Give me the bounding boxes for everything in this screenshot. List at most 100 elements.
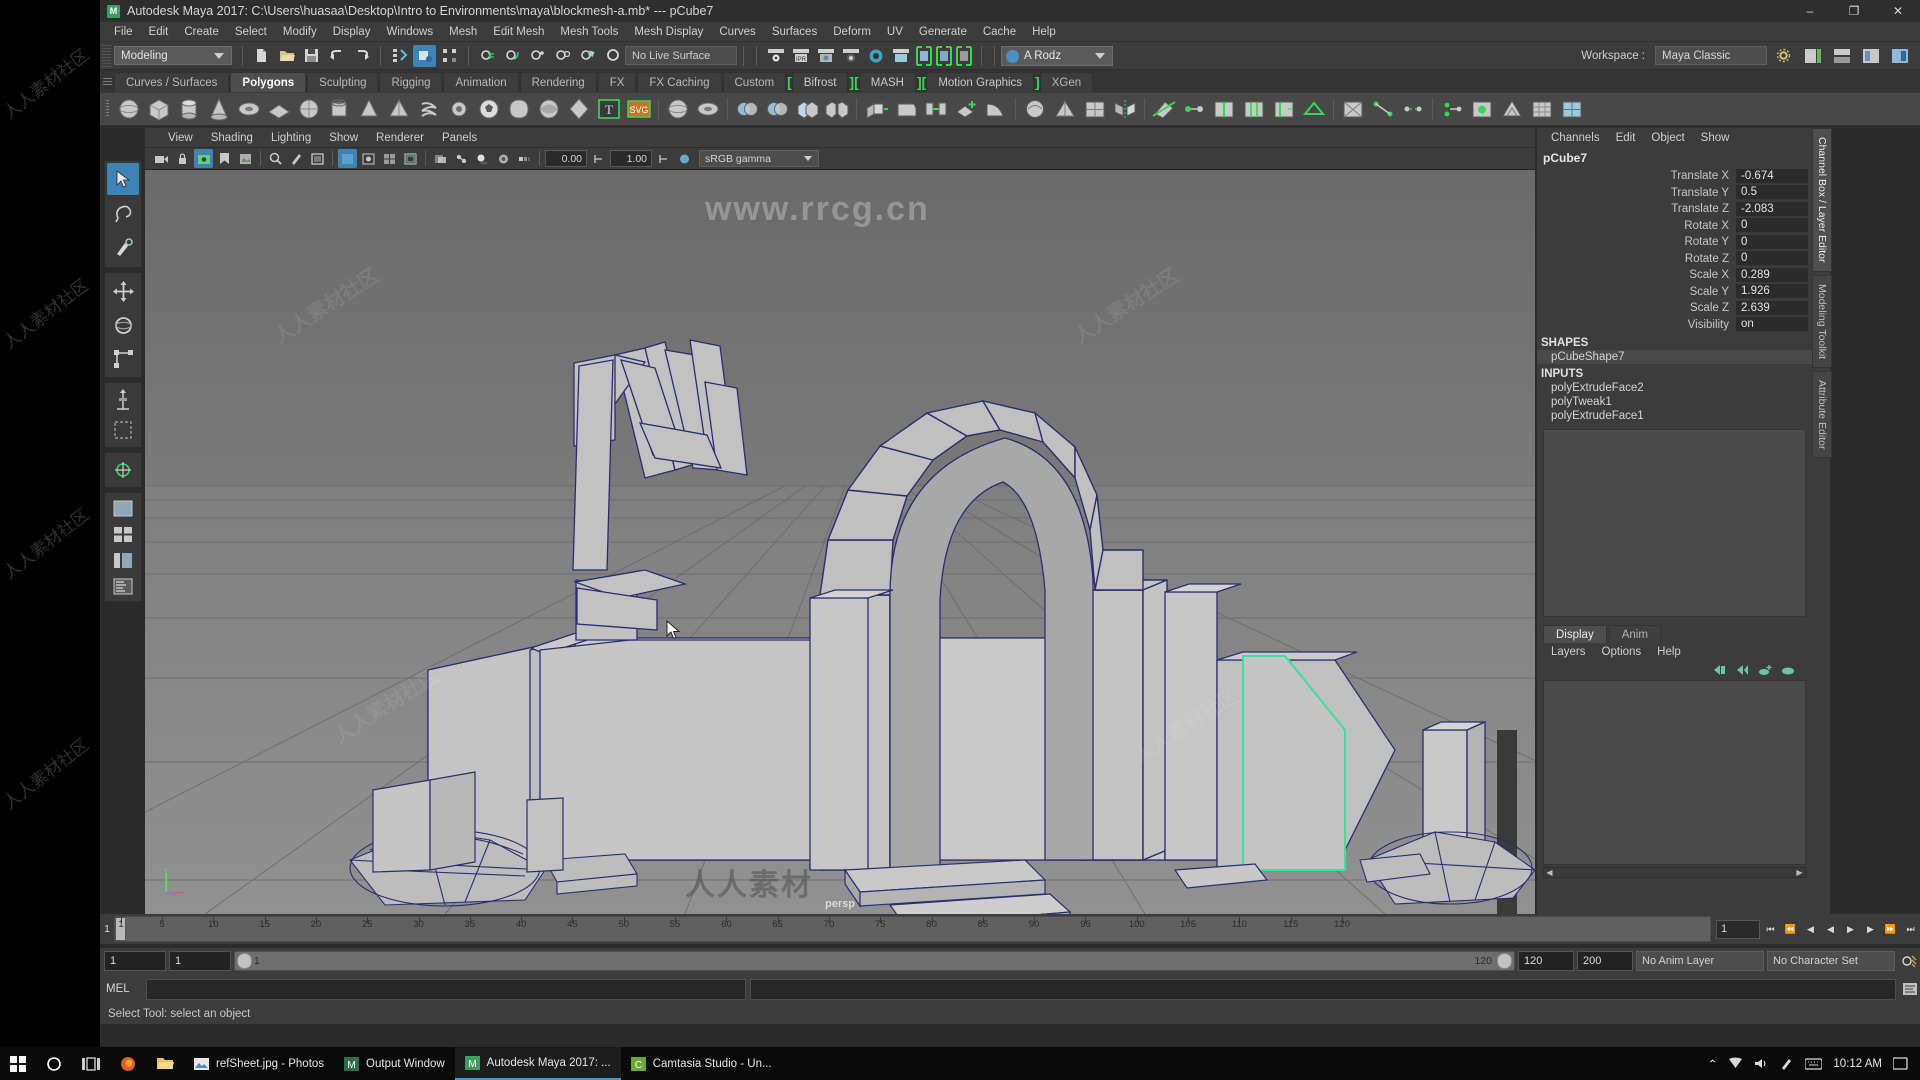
connect-components-icon[interactable] <box>1369 95 1397 123</box>
four-view-layout-icon[interactable] <box>107 521 139 547</box>
exposure-slider-icon[interactable] <box>589 149 608 168</box>
target-weld-icon[interactable] <box>1180 95 1208 123</box>
user-account-selector[interactable]: A Rodz <box>1001 45 1113 66</box>
playback-end-field[interactable]: 200 <box>1577 951 1633 971</box>
command-line-input[interactable] <box>146 978 746 1000</box>
input-item[interactable]: polyTweak1 <box>1537 395 1812 409</box>
shelf-tab-rigging[interactable]: Rigging <box>379 72 443 92</box>
snap-to-curve-icon[interactable] <box>501 45 524 67</box>
poly-pyramid-icon[interactable] <box>385 95 413 123</box>
boolean-union-icon[interactable] <box>733 95 761 123</box>
menu-modify[interactable]: Modify <box>275 22 325 42</box>
go-to-start-icon[interactable]: ⏮ <box>1761 920 1780 939</box>
color-management-icon[interactable] <box>675 149 694 168</box>
layer-menu-layers[interactable]: Layers <box>1543 646 1594 658</box>
select-by-component-icon[interactable] <box>438 45 461 67</box>
channel-value[interactable]: 0 <box>1736 218 1808 234</box>
menu-edit[interactable]: Edit <box>141 22 177 42</box>
channel-value[interactable]: -0.674 <box>1736 168 1808 184</box>
reduce-icon[interactable] <box>1498 95 1526 123</box>
sculpt-sphere-icon[interactable] <box>664 95 692 123</box>
channel-label[interactable]: Translate Y <box>1537 187 1736 199</box>
channel-label[interactable]: Scale Y <box>1537 286 1736 298</box>
persp-outliner-layout-icon[interactable] <box>107 547 139 573</box>
sidebar-toggle-2-icon[interactable] <box>1830 45 1853 67</box>
character-set-selector[interactable]: No Character Set <box>1767 951 1895 971</box>
save-scene-icon[interactable] <box>300 45 323 67</box>
poly-plane-icon[interactable] <box>265 95 293 123</box>
scale-tool-icon[interactable] <box>107 343 139 375</box>
toolbar-grip[interactable] <box>102 44 111 67</box>
channel-value[interactable]: 0 <box>1736 251 1808 267</box>
channel-value[interactable]: 0.289 <box>1736 267 1808 283</box>
boolean-difference-icon[interactable] <box>763 95 791 123</box>
menu-deform[interactable]: Deform <box>825 22 879 42</box>
channel-label[interactable]: Scale Z <box>1537 302 1736 314</box>
menu-cache[interactable]: Cache <box>975 22 1024 42</box>
shelf-tab-fx[interactable]: FX <box>597 72 637 92</box>
offset-edge-loop-icon[interactable] <box>1240 95 1268 123</box>
step-forward-key-icon[interactable]: ⏩ <box>1881 920 1900 939</box>
select-tool-icon[interactable] <box>107 163 139 195</box>
snap-to-point-icon[interactable] <box>526 45 549 67</box>
camera-attributes-icon[interactable] <box>194 149 213 168</box>
poke-face-icon[interactable] <box>1339 95 1367 123</box>
poly-cone-icon[interactable] <box>205 95 233 123</box>
poly-torus-icon[interactable] <box>235 95 263 123</box>
retopologize-icon[interactable] <box>1558 95 1586 123</box>
layer-tab-display[interactable]: Display <box>1543 625 1607 643</box>
taskbar-item[interactable]: M Output Window <box>334 1047 455 1080</box>
taskbar-item[interactable]: refSheet.jpg - Photos <box>184 1047 334 1080</box>
single-perspective-view-icon[interactable] <box>107 495 139 521</box>
shelf-tab-polygons[interactable]: Polygons <box>230 72 307 92</box>
viewport-3d-scene[interactable]: y persp www.rrcg.cn 人人素材 人人素材社区 人人素材社区 人… <box>145 170 1535 914</box>
channel-box-menu-show[interactable]: Show <box>1693 128 1738 148</box>
network-icon[interactable] <box>1728 1057 1743 1070</box>
menu-mesh-display[interactable]: Mesh Display <box>626 22 711 42</box>
layer-list-area[interactable] <box>1543 680 1806 865</box>
viewport-menu-lighting[interactable]: Lighting <box>262 128 320 148</box>
shape-item[interactable]: pCubeShape7 <box>1537 350 1812 364</box>
quadrangulate-icon[interactable] <box>1081 95 1109 123</box>
viewport-menu-view[interactable]: View <box>159 128 202 148</box>
file-explorer-icon[interactable] <box>146 1047 184 1080</box>
gamma-selector[interactable]: sRGB gamma <box>699 150 819 167</box>
field-chart-icon[interactable] <box>380 149 399 168</box>
menu-mesh-tools[interactable]: Mesh Tools <box>552 22 626 42</box>
two-d-pan-zoom-icon[interactable] <box>266 149 285 168</box>
sidebar-toggle-1-icon[interactable] <box>1801 45 1824 67</box>
poly-super-ellipse-icon[interactable] <box>505 95 533 123</box>
keyboard-icon[interactable] <box>1805 1057 1823 1070</box>
poly-disc-icon[interactable] <box>295 95 323 123</box>
cortana-search-icon[interactable] <box>36 1047 72 1080</box>
open-scene-icon[interactable] <box>275 45 298 67</box>
channel-value[interactable]: -2.083 <box>1736 201 1808 217</box>
xray-icon[interactable] <box>431 149 450 168</box>
shelf-tab-sculpting[interactable]: Sculpting <box>307 72 379 92</box>
safe-action-icon[interactable] <box>401 149 420 168</box>
triangulate-icon[interactable] <box>1051 95 1079 123</box>
menu-create[interactable]: Create <box>176 22 227 42</box>
render-settings-icon[interactable] <box>814 45 837 67</box>
select-camera-icon[interactable] <box>152 149 171 168</box>
sculpt-torus-icon[interactable] <box>694 95 722 123</box>
close-button[interactable]: ✕ <box>1876 0 1920 22</box>
channel-label[interactable]: Translate Z <box>1537 203 1736 215</box>
shelf-tab-motion-graphics[interactable]: Motion Graphics <box>926 72 1035 92</box>
poly-pipe-icon[interactable] <box>325 95 353 123</box>
channel-label[interactable]: Visibility <box>1537 319 1736 331</box>
combine-icon[interactable] <box>793 95 821 123</box>
menu-uv[interactable]: UV <box>879 22 911 42</box>
shelf-grip[interactable] <box>100 70 114 92</box>
poly-soccer-ball-icon[interactable] <box>475 95 503 123</box>
taskbar-clock[interactable]: 10:12 AM <box>1833 1058 1882 1070</box>
channel-value[interactable]: on <box>1736 317 1808 333</box>
channel-box-menu-channels[interactable]: Channels <box>1543 128 1608 148</box>
exposure-field[interactable]: 0.00 <box>545 150 587 167</box>
menu-surfaces[interactable]: Surfaces <box>764 22 825 42</box>
poly-helix-icon[interactable] <box>415 95 443 123</box>
step-forward-frame-icon[interactable]: ▶ <box>1861 920 1880 939</box>
channel-label[interactable]: Rotate Z <box>1537 253 1736 265</box>
menu-windows[interactable]: Windows <box>378 22 441 42</box>
render-view-icon[interactable] <box>864 45 887 67</box>
